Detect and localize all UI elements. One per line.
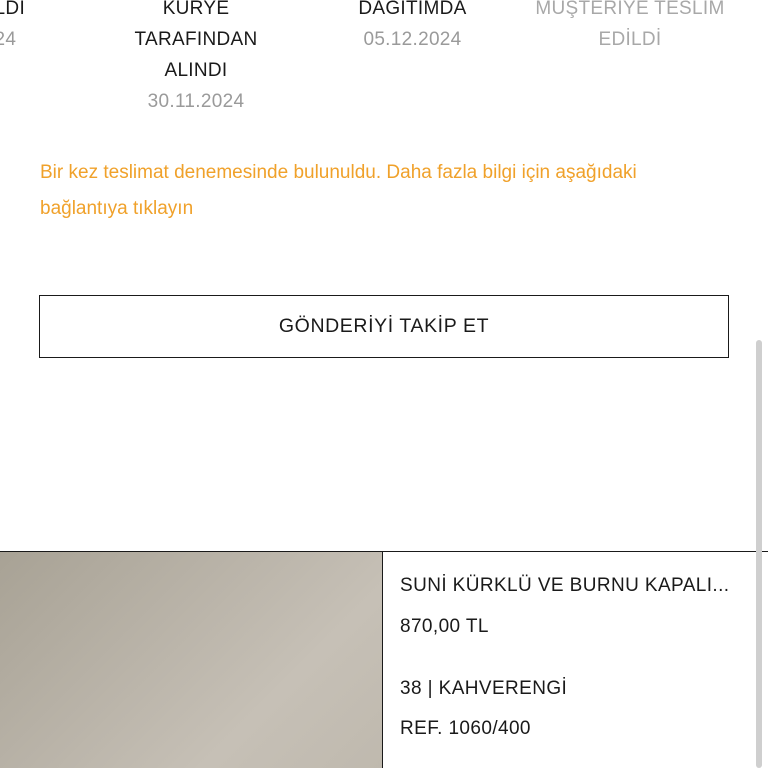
- track-shipment-button[interactable]: GÖNDERİYİ TAKİP ET: [39, 295, 729, 358]
- step-date: 05.12.2024: [363, 29, 462, 50]
- step-date: 30.11.2024: [147, 91, 245, 112]
- timeline-step-in-distribution: DAĞITIMDA 05.12.2024: [330, 0, 495, 55]
- delivery-attempt-notice: Bir kez teslimat denemesinde bulunuldu. …: [40, 162, 637, 219]
- product-image[interactable]: [0, 552, 383, 768]
- timeline-step-picked-up: KURYE TARAFINDAN ALINDI 30.11.2024: [116, 0, 276, 117]
- step-label: DAĞITIMDA: [358, 0, 467, 19]
- product-name[interactable]: SUNİ KÜRKLÜ VE BURNU KAPALI...: [400, 575, 729, 597]
- order-tracking-page: RILDI 024 KURYE TARAFINDAN ALINDI 30.11.…: [0, 0, 768, 768]
- step-label: RILDI: [0, 0, 26, 19]
- product-variant: 38 | KAHVERENGİ: [400, 678, 568, 699]
- timeline-step-delivered: MÜŞTERİYE TESLİM EDİLDİ: [520, 0, 740, 55]
- scrollbar[interactable]: [756, 340, 762, 768]
- step-label: MÜŞTERİYE TESLİM EDİLDİ: [535, 0, 725, 50]
- order-product-card[interactable]: SUNİ KÜRKLÜ VE BURNU KAPALI... 870,00 TL…: [0, 551, 768, 768]
- timeline-step-shipped: RILDI 024: [0, 0, 60, 55]
- step-label: KURYE TARAFINDAN ALINDI: [134, 0, 258, 81]
- step-date: 024: [0, 29, 17, 50]
- product-price: 870,00 TL: [400, 616, 489, 637]
- product-ref: REF. 1060/400: [400, 718, 531, 739]
